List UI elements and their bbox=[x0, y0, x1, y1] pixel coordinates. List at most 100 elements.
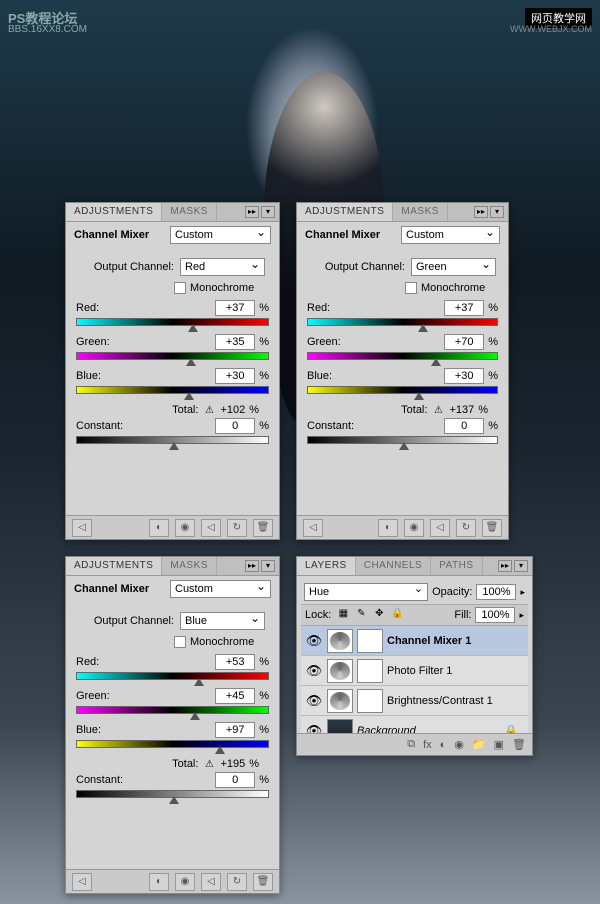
preset-select[interactable]: Custom bbox=[170, 580, 271, 598]
red-slider[interactable] bbox=[307, 318, 498, 330]
constant-slider[interactable] bbox=[76, 790, 269, 802]
monochrome-checkbox[interactable] bbox=[174, 636, 186, 648]
opacity-input[interactable]: 100% bbox=[476, 584, 516, 600]
menu-icon[interactable]: ▾ bbox=[261, 560, 275, 572]
preset-select[interactable]: Custom bbox=[170, 226, 271, 244]
back-icon[interactable]: ◁ bbox=[303, 519, 323, 537]
red-slider[interactable] bbox=[76, 672, 269, 684]
prev-icon[interactable]: ◁ bbox=[430, 519, 450, 537]
lock-transparency-icon[interactable]: ▦ bbox=[335, 607, 351, 623]
monochrome-checkbox[interactable] bbox=[174, 282, 186, 294]
red-slider[interactable] bbox=[76, 318, 269, 330]
layer-thumbnail[interactable] bbox=[327, 629, 353, 653]
green-value[interactable]: +35 bbox=[215, 334, 255, 350]
tab-adjustments[interactable]: ADJUSTMENTS bbox=[66, 203, 162, 221]
output-channel-select[interactable]: Blue bbox=[180, 612, 265, 630]
tab-masks[interactable]: MASKS bbox=[162, 557, 217, 575]
mask-thumbnail[interactable] bbox=[357, 659, 383, 683]
warning-icon: ⚠ bbox=[431, 404, 445, 416]
new-layer-icon[interactable]: ▣ bbox=[494, 738, 504, 751]
red-value[interactable]: +53 bbox=[215, 654, 255, 670]
clip-icon[interactable]: ◐ bbox=[149, 873, 169, 891]
prev-icon[interactable]: ◁ bbox=[201, 873, 221, 891]
layer-item[interactable]: 👁 Brightness/Contrast 1 bbox=[301, 686, 528, 716]
prev-icon[interactable]: ◁ bbox=[201, 519, 221, 537]
visibility-icon[interactable]: 👁 bbox=[305, 663, 323, 679]
blue-slider[interactable] bbox=[307, 386, 498, 398]
reset-icon[interactable]: ↻ bbox=[227, 873, 247, 891]
trash-icon[interactable]: 🗑 bbox=[253, 519, 273, 537]
visibility-icon[interactable]: 👁 bbox=[305, 633, 323, 649]
output-channel-select[interactable]: Red bbox=[180, 258, 265, 276]
red-value[interactable]: +37 bbox=[444, 300, 484, 316]
output-channel-label: Output Channel: bbox=[74, 261, 174, 273]
tab-paths[interactable]: PATHS bbox=[431, 557, 482, 575]
tab-channels[interactable]: CHANNELS bbox=[356, 557, 431, 575]
output-channel-select[interactable]: Green bbox=[411, 258, 496, 276]
mask-thumbnail[interactable] bbox=[357, 629, 383, 653]
collapse-icon[interactable]: ▸▸ bbox=[245, 206, 259, 218]
blue-slider[interactable] bbox=[76, 740, 269, 752]
tab-adjustments[interactable]: ADJUSTMENTS bbox=[66, 557, 162, 575]
trash-icon[interactable]: 🗑 bbox=[512, 738, 526, 751]
constant-value[interactable]: 0 bbox=[215, 418, 255, 434]
constant-value[interactable]: 0 bbox=[444, 418, 484, 434]
layer-item[interactable]: 👁 Photo Filter 1 bbox=[301, 656, 528, 686]
fill-input[interactable]: 100% bbox=[475, 607, 515, 623]
blue-value[interactable]: +30 bbox=[215, 368, 255, 384]
visibility-icon[interactable]: 👁 bbox=[305, 693, 323, 709]
collapse-icon[interactable]: ▸▸ bbox=[498, 560, 512, 572]
collapse-icon[interactable]: ▸▸ bbox=[245, 560, 259, 572]
lock-paint-icon[interactable]: ✎ bbox=[353, 607, 369, 623]
layer-item[interactable]: 👁 Channel Mixer 1 bbox=[301, 626, 528, 656]
view-icon[interactable]: ◉ bbox=[175, 873, 195, 891]
fill-slider-icon[interactable]: ▸ bbox=[519, 610, 524, 621]
reset-icon[interactable]: ↻ bbox=[456, 519, 476, 537]
blue-slider[interactable] bbox=[76, 386, 269, 398]
view-icon[interactable]: ◉ bbox=[175, 519, 195, 537]
opacity-slider-icon[interactable]: ▸ bbox=[520, 587, 525, 598]
green-slider[interactable] bbox=[76, 706, 269, 718]
reset-icon[interactable]: ↻ bbox=[227, 519, 247, 537]
green-value[interactable]: +45 bbox=[215, 688, 255, 704]
lock-all-icon[interactable]: 🔒 bbox=[389, 607, 405, 623]
back-icon[interactable]: ◁ bbox=[72, 873, 92, 891]
clip-icon[interactable]: ◐ bbox=[378, 519, 398, 537]
green-slider[interactable] bbox=[307, 352, 498, 364]
mask-icon[interactable]: ◐ bbox=[440, 739, 447, 751]
menu-icon[interactable]: ▾ bbox=[514, 560, 528, 572]
constant-slider[interactable] bbox=[76, 436, 269, 448]
lock-position-icon[interactable]: ✥ bbox=[371, 607, 387, 623]
clip-icon[interactable]: ◐ bbox=[149, 519, 169, 537]
total-label: Total: bbox=[172, 404, 198, 416]
group-icon[interactable]: 📁 bbox=[472, 738, 486, 751]
constant-slider[interactable] bbox=[307, 436, 498, 448]
adjustment-icon[interactable]: ◉ bbox=[454, 738, 464, 751]
blue-value[interactable]: +97 bbox=[215, 722, 255, 738]
mask-thumbnail[interactable] bbox=[357, 689, 383, 713]
menu-icon[interactable]: ▾ bbox=[261, 206, 275, 218]
layers-panel: LAYERS CHANNELS PATHS ▸▸▾ Hue Opacity: 1… bbox=[296, 556, 533, 756]
fx-icon[interactable]: fx bbox=[423, 739, 432, 751]
layer-thumbnail[interactable] bbox=[327, 689, 353, 713]
green-value[interactable]: +70 bbox=[444, 334, 484, 350]
constant-value[interactable]: 0 bbox=[215, 772, 255, 788]
red-value[interactable]: +37 bbox=[215, 300, 255, 316]
blend-mode-select[interactable]: Hue bbox=[304, 583, 428, 601]
trash-icon[interactable]: 🗑 bbox=[253, 873, 273, 891]
link-icon[interactable]: ⧉ bbox=[407, 738, 415, 751]
green-slider[interactable] bbox=[76, 352, 269, 364]
tab-layers[interactable]: LAYERS bbox=[297, 557, 356, 575]
tab-masks[interactable]: MASKS bbox=[162, 203, 217, 221]
preset-select[interactable]: Custom bbox=[401, 226, 500, 244]
monochrome-checkbox[interactable] bbox=[405, 282, 417, 294]
view-icon[interactable]: ◉ bbox=[404, 519, 424, 537]
tab-masks[interactable]: MASKS bbox=[393, 203, 448, 221]
menu-icon[interactable]: ▾ bbox=[490, 206, 504, 218]
trash-icon[interactable]: 🗑 bbox=[482, 519, 502, 537]
collapse-icon[interactable]: ▸▸ bbox=[474, 206, 488, 218]
layer-thumbnail[interactable] bbox=[327, 659, 353, 683]
tab-adjustments[interactable]: ADJUSTMENTS bbox=[297, 203, 393, 221]
blue-value[interactable]: +30 bbox=[444, 368, 484, 384]
back-icon[interactable]: ◁ bbox=[72, 519, 92, 537]
